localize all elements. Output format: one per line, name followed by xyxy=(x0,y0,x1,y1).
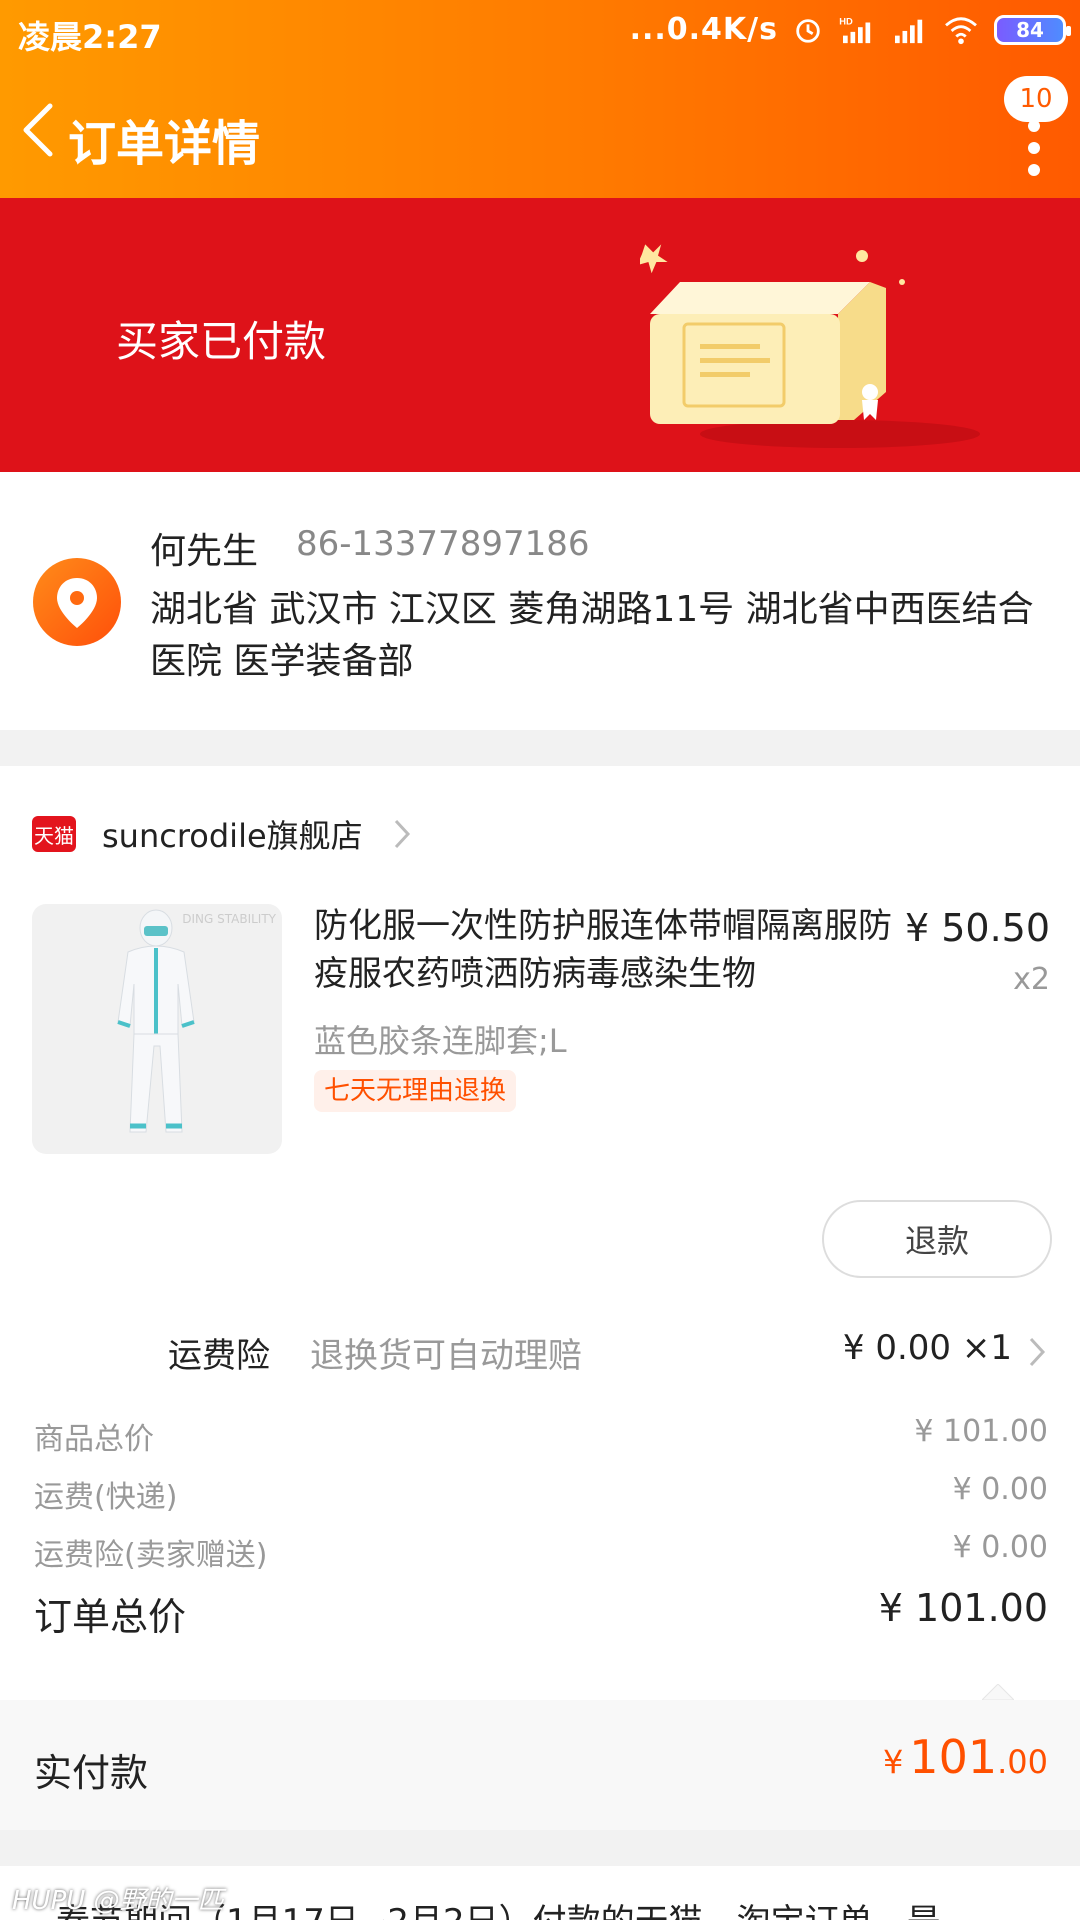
order-total-label: 订单总价 xyxy=(34,1595,187,1639)
location-pin-icon xyxy=(33,558,121,646)
protective-suit-image xyxy=(117,909,195,1133)
shop-link[interactable]: 天猫 suncrodile旗舰店 xyxy=(32,806,411,862)
wifi-icon xyxy=(945,16,977,44)
refund-button[interactable]: 退款 xyxy=(822,1200,1052,1278)
fee-label: 商品总价 xyxy=(34,1422,154,1457)
battery-icon: 84 xyxy=(994,14,1071,45)
amount-paid-label: 实付款 xyxy=(34,1751,149,1795)
fee-label: 运费(快递) xyxy=(34,1480,178,1515)
shipping-insurance-row[interactable]: 运费险 退换货可自动理赔 ¥ 0.00 ×1 xyxy=(0,1310,1080,1390)
chevron-right-icon xyxy=(1029,1337,1046,1367)
product-spec: 蓝色胶条连脚套;L xyxy=(314,1022,567,1060)
order-status-text: 买家已付款 xyxy=(116,317,327,366)
shipping-insurance-label: 运费险 xyxy=(168,1336,270,1376)
caret-up-icon xyxy=(982,1684,1014,1700)
fee-label: 运费险(卖家赠送) xyxy=(34,1538,268,1573)
recipient-name: 何先生 xyxy=(150,531,259,572)
svg-text:HD: HD xyxy=(839,16,853,26)
chevron-right-icon xyxy=(394,819,410,849)
amount-integer: 101 xyxy=(909,1730,998,1784)
nav-bar: 订单详情 10 xyxy=(0,68,1080,198)
currency-symbol: ¥ xyxy=(882,1743,904,1781)
order-total-row: 订单总价 ¥ 101.00 xyxy=(34,1586,1048,1641)
product-image[interactable]: DING STABILITY xyxy=(32,904,282,1154)
more-menu-icon[interactable] xyxy=(1028,120,1042,176)
amount-decimal: .00 xyxy=(997,1743,1048,1781)
amount-paid-row: 实付款 ¥ 101 .00 xyxy=(0,1684,1080,1830)
shipping-insurance-amount: ¥ 0.00 ×1 xyxy=(842,1328,1012,1368)
alarm-icon xyxy=(796,18,820,43)
recipient-phone: 86-13377897186 xyxy=(296,524,590,564)
shipping-address-section[interactable]: 何先生 86-13377897186 湖北省 武汉市 江汉区 菱角湖路11号 湖… xyxy=(0,472,1080,730)
fee-row: 运费险(卖家赠送) ¥ 0.00 xyxy=(34,1530,1048,1574)
package-box-icon xyxy=(640,244,980,448)
order-total-value: ¥ 101.00 xyxy=(878,1586,1048,1630)
tmall-logo-icon: 天猫 xyxy=(32,816,76,852)
product-image-watermark: DING STABILITY xyxy=(182,912,276,926)
page-title: 订单详情 xyxy=(68,116,261,172)
message-count-badge[interactable]: 10 xyxy=(1004,76,1068,122)
top-bar: 凌晨2:27 ...0.4K/s HD 84 订单详情 10 xyxy=(0,0,1080,198)
product-quantity: x2 xyxy=(1013,962,1050,997)
watermark-text: HUPU @野的一匹 xyxy=(12,1886,224,1916)
return-policy-tag: 七天无理由退换 xyxy=(314,1070,517,1112)
fee-row: 运费(快递) ¥ 0.00 xyxy=(34,1472,1048,1516)
order-card: 天猫 suncrodile旗舰店 DING STABILITY 防化服一次性防护… xyxy=(0,766,1080,1830)
fee-value: ¥ 101.00 xyxy=(914,1414,1048,1449)
shipping-insurance-desc: 退换货可自动理赔 xyxy=(310,1336,582,1376)
fee-row: 商品总价 ¥ 101.00 xyxy=(34,1414,1048,1458)
fee-value: ¥ 0.00 xyxy=(952,1472,1048,1507)
back-icon[interactable] xyxy=(14,98,62,162)
shop-name: suncrodile旗舰店 xyxy=(102,817,363,855)
product-title[interactable]: 防化服一次性防护服连体带帽隔离服防疫服农药喷洒防病毒感染生物 xyxy=(314,902,894,998)
network-speed: ...0.4K/s xyxy=(629,12,778,47)
amount-paid-value: ¥ 101 .00 xyxy=(883,1730,1048,1784)
fee-value: ¥ 0.00 xyxy=(952,1530,1048,1565)
recipient-address: 湖北省 武汉市 江汉区 菱角湖路11号 湖北省中西医结合医院 医学装备部 xyxy=(150,589,1034,682)
order-status-banner: 买家已付款 xyxy=(0,198,1080,472)
hd-signal-icon: HD xyxy=(839,16,871,43)
signal-icon xyxy=(895,19,923,43)
product-price: ¥ 50.50 xyxy=(904,906,1050,950)
status-time: 凌晨2:27 xyxy=(18,18,162,56)
status-bar: 凌晨2:27 ...0.4K/s HD 84 xyxy=(0,0,1080,68)
status-right: ...0.4K/s HD 84 xyxy=(629,12,1071,47)
